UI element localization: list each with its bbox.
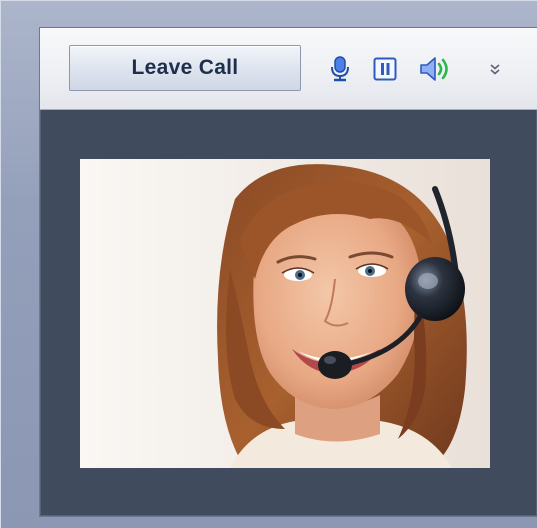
microphone-button[interactable]: [326, 55, 354, 83]
call-toolbar: Leave Call: [40, 28, 537, 110]
speaker-volume-icon: [420, 57, 448, 81]
speaker-button[interactable]: [418, 55, 456, 83]
pause-button[interactable]: [371, 55, 399, 83]
caller-video-image: [80, 159, 490, 468]
call-panel: Leave Call: [39, 27, 537, 517]
remote-video-feed: [80, 159, 490, 468]
chevron-double-down-icon: [490, 64, 500, 75]
more-options-button[interactable]: [487, 55, 503, 83]
pause-icon: [373, 57, 397, 81]
microphone-icon: [331, 56, 349, 82]
leave-call-button[interactable]: Leave Call: [69, 45, 301, 91]
call-window-frame: Leave Call: [0, 0, 537, 528]
